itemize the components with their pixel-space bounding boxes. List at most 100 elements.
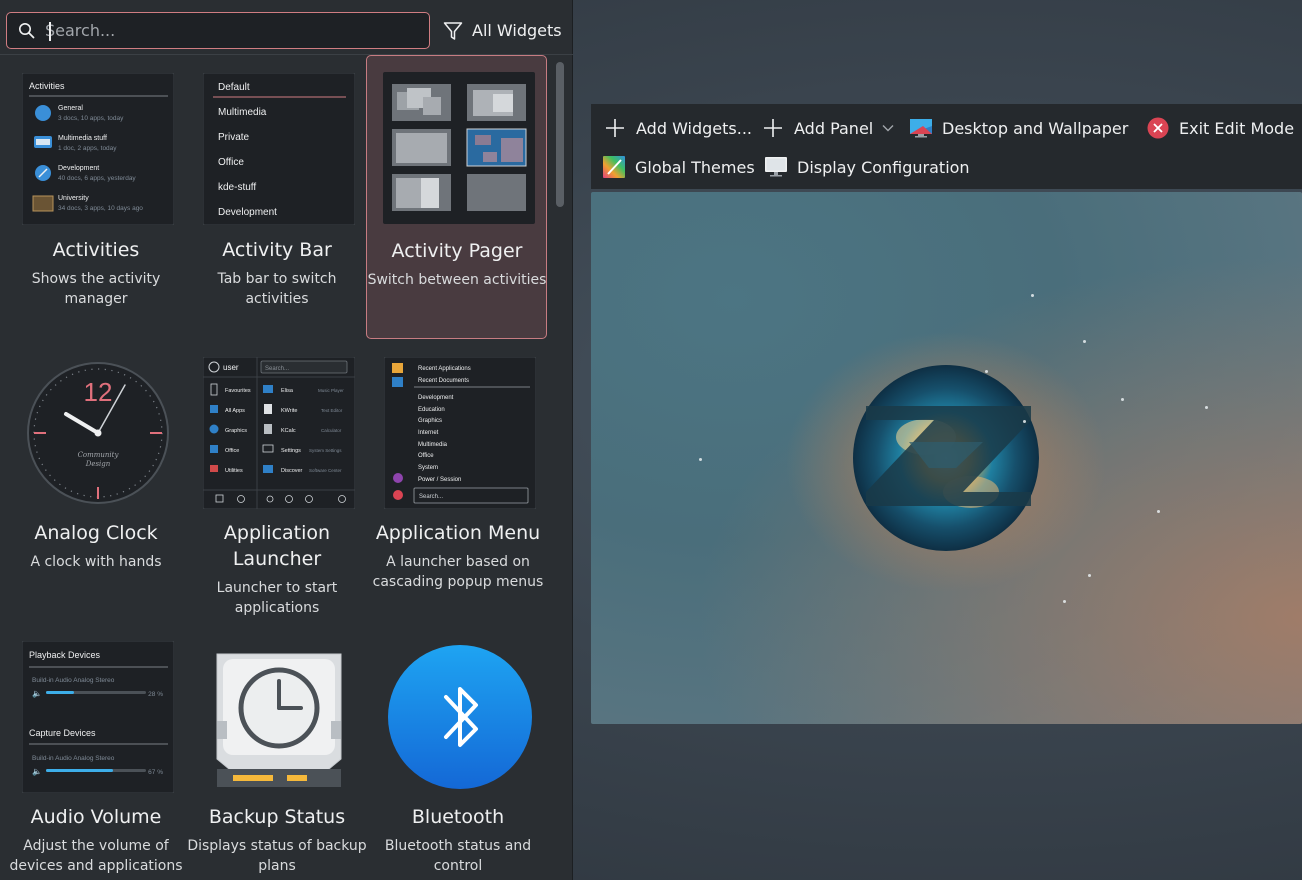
launcher-app: Discover bbox=[281, 468, 303, 474]
activity-tab: Office bbox=[218, 157, 244, 168]
widget-title: Activities bbox=[52, 239, 140, 261]
launcher-app-detail: System Settings bbox=[309, 448, 342, 453]
widget-grid: Activities General 3 docs, 10 apps, toda… bbox=[0, 55, 552, 880]
add-widgets-button[interactable]: Add Widgets... bbox=[603, 112, 752, 144]
menu-item: Recent Applications bbox=[418, 366, 471, 372]
add-panel-button[interactable]: Add Panel bbox=[761, 112, 895, 144]
menu-item: System bbox=[418, 465, 438, 471]
desktop-wallpaper-icon bbox=[910, 119, 932, 138]
exit-edit-mode-label: Exit Edit Mode bbox=[1179, 118, 1295, 138]
launcher-app: KWrite bbox=[281, 408, 297, 414]
capture-device: Build-in Audio Analog Stereo bbox=[32, 755, 115, 762]
desktop-and-wallpaper-label: Desktop and Wallpaper bbox=[942, 118, 1129, 138]
application-menu-thumbnail: Recent Applications Recent Documents Dev… bbox=[384, 357, 536, 509]
bluetooth-thumbnail bbox=[388, 645, 532, 789]
global-themes-button[interactable]: Global Themes bbox=[602, 151, 755, 183]
menu-item: Development bbox=[418, 395, 454, 401]
menu-item: Power / Session bbox=[418, 477, 461, 483]
widget-title: Application Menu bbox=[375, 522, 541, 544]
activity-pager-thumbnail bbox=[383, 72, 535, 224]
plus-icon bbox=[764, 119, 782, 137]
widget-description: Bluetooth status and control bbox=[384, 838, 532, 874]
widget-card-activity-pager[interactable]: Activity Pager Switch between activities bbox=[366, 55, 547, 339]
playback-header: Playback Devices bbox=[29, 650, 101, 660]
activities-thumb-header: Activities bbox=[29, 81, 65, 91]
star bbox=[1121, 398, 1124, 401]
menu-item: Office bbox=[418, 453, 434, 459]
display-configuration-label: Display Configuration bbox=[797, 157, 970, 177]
panel-title-strip bbox=[0, 0, 573, 6]
launcher-category: All Apps bbox=[225, 408, 245, 414]
widget-title: Activity Pager bbox=[391, 240, 523, 262]
activity-general: General bbox=[58, 105, 83, 112]
playback-level-fill bbox=[46, 691, 74, 694]
display-configuration-button[interactable]: Display Configuration bbox=[764, 151, 970, 183]
launcher-user: user bbox=[223, 363, 239, 372]
exit-edit-mode-button[interactable]: Exit Edit Mode bbox=[1146, 112, 1294, 144]
widget-title: Bluetooth bbox=[411, 806, 505, 828]
filter-button[interactable]: All Widgets bbox=[442, 12, 562, 49]
star bbox=[1083, 340, 1086, 343]
launcher-search: Search... bbox=[265, 366, 289, 372]
menu-item: Graphics bbox=[418, 418, 442, 424]
launcher-category: Favourites bbox=[225, 388, 251, 394]
widget-description: Tab bar to switch activities bbox=[217, 271, 337, 307]
widget-title: Application Launcher bbox=[223, 522, 331, 570]
widget-list-scrollbar[interactable] bbox=[554, 58, 566, 878]
widget-title: Audio Volume bbox=[30, 806, 162, 828]
add-widgets-label: Add Widgets... bbox=[636, 118, 752, 138]
global-themes-label: Global Themes bbox=[635, 157, 755, 177]
menu-item: Recent Documents bbox=[418, 378, 469, 384]
search-input[interactable] bbox=[45, 15, 429, 46]
star bbox=[1157, 510, 1160, 513]
playback-percent: 28 % bbox=[148, 691, 163, 698]
scrollbar-thumb[interactable] bbox=[556, 62, 564, 207]
widget-card-activities[interactable]: Activities General 3 docs, 10 apps, toda… bbox=[6, 57, 186, 337]
text-caret bbox=[49, 22, 51, 41]
global-themes-icon bbox=[603, 156, 625, 178]
filter-label: All Widgets bbox=[472, 21, 562, 40]
activity-tab: Development bbox=[218, 207, 277, 218]
search-icon bbox=[19, 22, 35, 38]
activity-general-detail: 3 docs, 10 apps, today bbox=[58, 115, 124, 122]
close-circle-icon bbox=[1147, 117, 1169, 139]
widget-card-analog-clock[interactable]: 12 Community Design Analog Clock A clock… bbox=[6, 341, 186, 621]
activity-multimedia: Multimedia stuff bbox=[58, 135, 107, 142]
activity-tab: kde-stuff bbox=[218, 182, 256, 193]
star bbox=[1088, 574, 1091, 577]
capture-level-fill bbox=[46, 769, 113, 772]
activities-thumbnail: Activities General 3 docs, 10 apps, toda… bbox=[22, 73, 174, 225]
capture-percent: 67 % bbox=[148, 769, 163, 776]
activity-tab: Default bbox=[218, 82, 250, 93]
launcher-category: Graphics bbox=[225, 428, 247, 434]
widget-card-application-menu[interactable]: Recent Applications Recent Documents Dev… bbox=[368, 341, 548, 621]
playback-device: Build-in Audio Analog Stereo bbox=[32, 677, 115, 684]
widget-card-activity-bar[interactable]: Default Multimedia Private Office kde-st… bbox=[187, 57, 367, 337]
widget-description: Launcher to start applications bbox=[216, 580, 338, 616]
launcher-app-detail: Text Editor bbox=[321, 408, 343, 413]
widget-description: A clock with hands bbox=[30, 554, 162, 570]
menu-item: Internet bbox=[418, 430, 439, 436]
widget-card-audio-volume[interactable]: Playback Devices Build-in Audio Analog S… bbox=[6, 625, 186, 880]
widget-title: Activity Bar bbox=[222, 239, 332, 261]
widget-description: Shows the activity manager bbox=[31, 271, 161, 307]
wallpaper-art bbox=[786, 332, 1106, 592]
widget-description: Adjust the volume of devices and applica… bbox=[9, 838, 183, 874]
widget-card-bluetooth[interactable]: Bluetooth Bluetooth status and control bbox=[368, 625, 548, 880]
widget-description: A launcher based on cascading popup menu… bbox=[372, 554, 544, 590]
activity-multimedia-detail: 1 doc, 2 apps, today bbox=[58, 145, 117, 152]
widget-card-application-launcher[interactable]: user Search... Favourites All Apps Graph… bbox=[187, 341, 367, 621]
star bbox=[1031, 294, 1034, 297]
launcher-app-detail: Calculator bbox=[321, 428, 342, 433]
application-launcher-thumbnail: user Search... Favourites All Apps Graph… bbox=[203, 357, 355, 509]
clock-caption-line2: Design bbox=[85, 460, 111, 468]
star bbox=[1205, 406, 1208, 409]
launcher-app-detail: Music Player bbox=[318, 388, 344, 393]
star bbox=[1063, 600, 1066, 603]
search-box[interactable] bbox=[6, 12, 430, 49]
launcher-category: Office bbox=[225, 448, 239, 454]
widget-card-backup-status[interactable]: Backup Status Displays status of backup … bbox=[187, 625, 367, 880]
desktop-and-wallpaper-button[interactable]: Desktop and Wallpaper bbox=[909, 112, 1128, 144]
launcher-app: KCalc bbox=[281, 428, 296, 434]
audio-volume-thumbnail: Playback Devices Build-in Audio Analog S… bbox=[22, 641, 174, 793]
